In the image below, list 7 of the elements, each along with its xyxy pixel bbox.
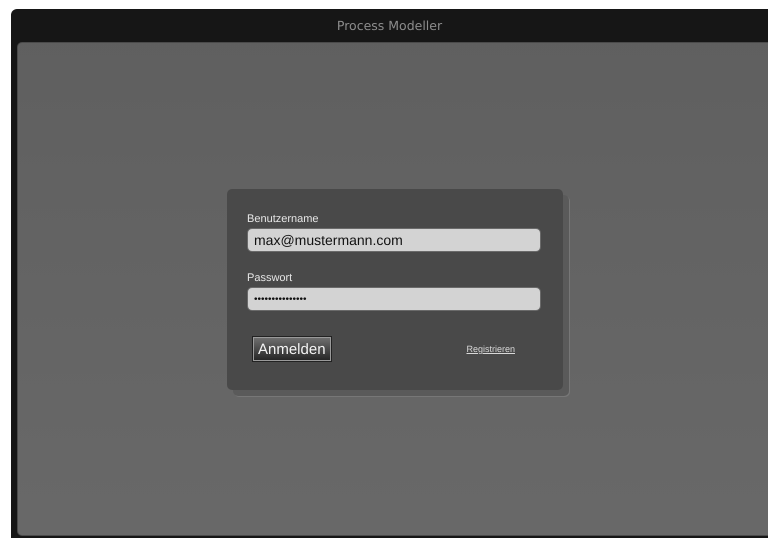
username-field[interactable]: max@mustermann.com bbox=[247, 228, 541, 252]
login-button[interactable]: Anmelden bbox=[253, 337, 331, 361]
username-label: Benutzername bbox=[247, 213, 320, 225]
password-label: Passwort bbox=[247, 272, 294, 284]
window-title: Process Modeller bbox=[336, 18, 442, 33]
register-link[interactable]: Registrieren bbox=[466, 344, 515, 354]
password-field[interactable]: ••••••••••••••• bbox=[247, 287, 541, 311]
